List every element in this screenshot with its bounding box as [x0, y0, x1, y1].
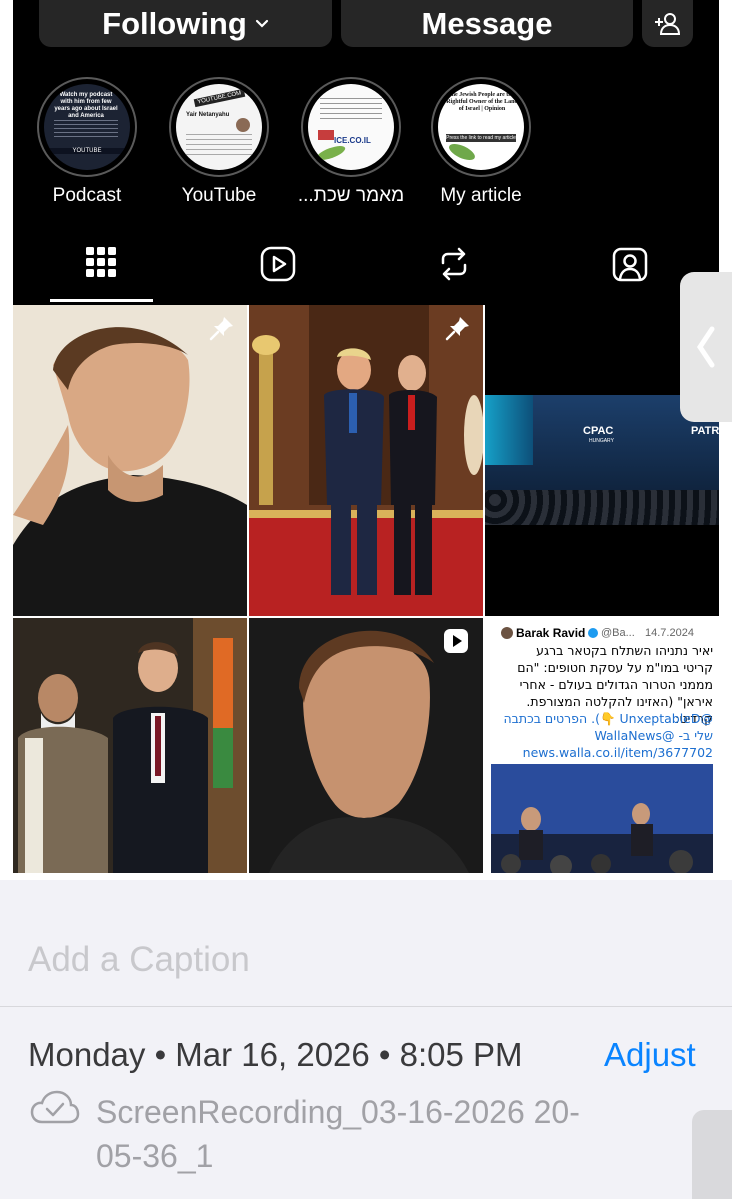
following-button[interactable]: Following: [39, 0, 332, 47]
youtube-avatar: [236, 118, 250, 132]
reels-icon: [260, 246, 296, 282]
highlight-label: My article: [440, 185, 522, 206]
profile-header: Following Message Watch my podcast with …: [13, 0, 719, 305]
tweet-avatar: [501, 627, 513, 639]
article-cover-lines: [320, 98, 382, 122]
tab-reels[interactable]: [227, 240, 329, 302]
instagram-screenshot: Following Message Watch my podcast with …: [0, 0, 732, 880]
capture-datetime: Monday • Mar 16, 2026 • 8:05 PM: [28, 1036, 523, 1073]
highlight-cover-my-article: the Jewish People are the Rightful Owner…: [438, 84, 524, 170]
tweet-line: @UnxeptableD 👇). הפרטים בכתבה: [503, 711, 713, 726]
post-tile[interactable]: [249, 618, 483, 873]
chevron-down-icon: [255, 19, 268, 28]
highlight-article-hebrew[interactable]: ICE.CO.IL ...מאמר שכת: [295, 77, 407, 207]
youtube-cover-lines: [186, 134, 252, 156]
highlight-label: ...מאמר שכת: [297, 185, 405, 206]
podcast-cover-lines: [54, 120, 118, 140]
chevron-left-icon: [696, 326, 715, 368]
posts-grid: CPAC HUNGARY PATR Barak Ravid @Ba... 14.…: [13, 305, 719, 873]
pin-icon: [445, 317, 469, 341]
repost-icon: [441, 247, 467, 281]
message-button[interactable]: Message: [341, 0, 633, 47]
stage-screen-left: [485, 395, 533, 465]
post-photo-video: [249, 618, 483, 873]
profile-tabs: [13, 240, 719, 305]
post-photo-portrait: [13, 327, 247, 616]
my-article-cover-button: Press the link to read my article: [446, 134, 516, 142]
stage-banner-text: PATR: [691, 425, 719, 437]
icloud-check-icon: [30, 1090, 80, 1124]
tab-tagged[interactable]: [579, 240, 681, 302]
adjust-date-button[interactable]: Adjust: [604, 1036, 696, 1074]
post-photo-red-carpet: [249, 305, 483, 616]
tab-grid[interactable]: [50, 240, 152, 302]
highlight-ring: ICE.CO.IL: [301, 77, 401, 177]
tweet-link: news.walla.co.il/item/3677702: [522, 745, 713, 760]
my-article-cover-title: the Jewish People are the Rightful Owner…: [446, 92, 518, 112]
highlight-label: Podcast: [52, 185, 122, 206]
tweet-line: קריטי במו"מ על עסקת חטופים: "הם: [517, 660, 713, 675]
highlight-my-article[interactable]: the Jewish People are the Rightful Owner…: [425, 77, 537, 207]
post-tile[interactable]: [13, 618, 247, 873]
article-cover-footer: ICE.CO.IL: [334, 136, 371, 145]
highlight-ring: the Jewish People are the Rightful Owner…: [431, 77, 531, 177]
article-cover-leaf: [315, 143, 347, 163]
article-cover-accent: [318, 130, 334, 140]
highlight-cover-podcast: Watch my podcast with him from few years…: [44, 84, 130, 170]
post-tile[interactable]: [13, 305, 247, 616]
video-badge-icon: [444, 629, 468, 653]
youtube-cover-name: Yair Netanyahu: [186, 112, 230, 118]
stage-audience: [485, 490, 719, 525]
highlight-podcast[interactable]: Watch my podcast with him from few years…: [31, 77, 143, 207]
tweet-author: Barak Ravid: [516, 626, 586, 640]
tweet-photo: [491, 764, 713, 873]
verified-badge-icon: [588, 628, 598, 638]
post-tile[interactable]: [249, 305, 483, 616]
tweet-line: מממני הטרור הגדולים בעולם - אחרי: [519, 677, 713, 692]
stage-logo: CPAC: [583, 425, 614, 437]
corner-drag-handle[interactable]: [692, 1110, 732, 1199]
highlight-ring: YOUTUBE.COM Yair Netanyahu: [169, 77, 269, 177]
side-drag-handle[interactable]: [680, 272, 732, 422]
highlight-youtube[interactable]: YOUTUBE.COM Yair Netanyahu YouTube: [163, 77, 275, 207]
file-name: ScreenRecording_03-16-2026 20-05-36_1: [96, 1094, 580, 1174]
post-tile[interactable]: Barak Ravid @Ba... 14.7.2024 יאיר נתניהו…: [485, 618, 719, 873]
podcast-cover-text: Watch my podcast with him from few years…: [54, 92, 118, 119]
pin-icon: [209, 317, 233, 341]
add-user-button[interactable]: [642, 0, 693, 47]
tweet-handle: @Ba...: [601, 627, 635, 639]
tab-selected-indicator: [50, 299, 153, 302]
tagged-user-icon: [612, 247, 648, 282]
tab-reposts[interactable]: [403, 240, 505, 302]
caption-input[interactable]: Add a Caption: [28, 940, 250, 980]
tweet-line: יאיר נתניהו השתלח בקטאר ברגע: [536, 643, 713, 658]
highlight-label: YouTube: [181, 185, 257, 206]
my-article-cover-leaf: [446, 140, 478, 164]
highlight-ring: Watch my podcast with him from few years…: [37, 77, 137, 177]
grid-icon: [86, 247, 116, 277]
message-label: Message: [421, 5, 553, 41]
podcast-cover-footer: YOUTUBE: [44, 148, 130, 154]
youtube-cover-header: YOUTUBE.COM: [193, 88, 245, 108]
post-photo-meeting: [13, 618, 247, 873]
tweet-date: 14.7.2024: [645, 627, 694, 639]
highlight-cover-youtube: YOUTUBE.COM Yair Netanyahu: [176, 84, 262, 170]
person-plus-icon: [654, 12, 680, 35]
following-label: Following: [102, 5, 247, 41]
highlight-cover-article: ICE.CO.IL: [308, 84, 394, 170]
tweet-line: שלי ב- @WallaNews: [594, 728, 713, 743]
stage-logo-sub: HUNGARY: [589, 438, 614, 444]
